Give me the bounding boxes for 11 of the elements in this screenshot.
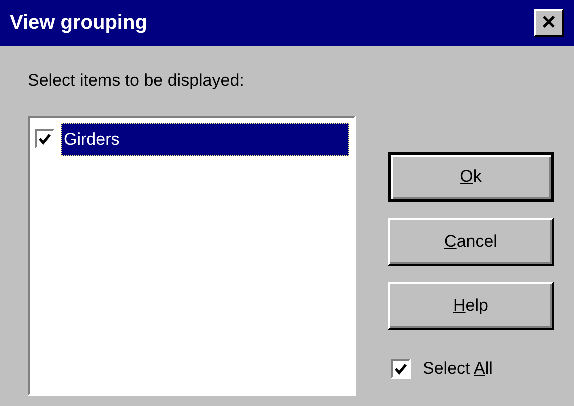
check-icon <box>38 132 52 146</box>
dialog-button[interactable]: Ok <box>388 152 554 202</box>
checkbox[interactable] <box>391 358 411 379</box>
dialog-button[interactable]: Help <box>388 282 554 330</box>
window-title: View grouping <box>10 11 148 36</box>
check-icon <box>394 362 408 376</box>
dialog-button[interactable]: Cancel <box>388 218 554 266</box>
list-item[interactable]: Girders <box>61 122 349 156</box>
select-all-label[interactable]: Select All <box>423 356 493 382</box>
close-button[interactable]: × <box>534 9 564 37</box>
prompt-label: Select items to be displayed: <box>28 70 246 92</box>
